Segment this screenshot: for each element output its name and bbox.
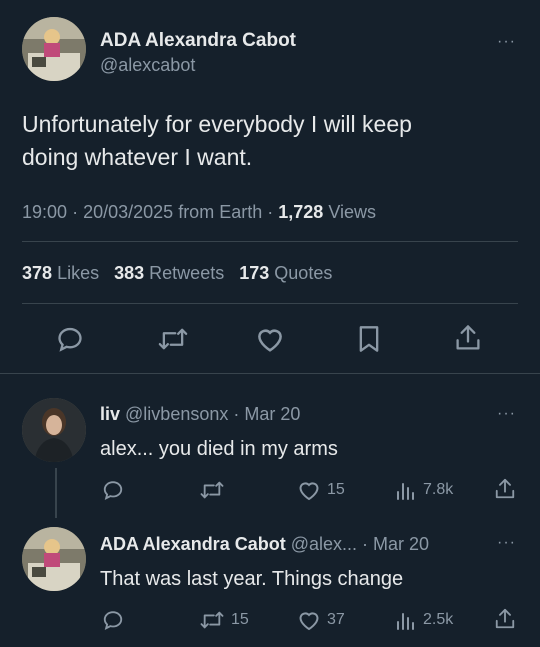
retweet-count: 15 (231, 611, 249, 628)
retweets-count: 383 (114, 263, 145, 283)
more-options-icon[interactable]: ··· (497, 406, 516, 422)
share-button[interactable] (494, 477, 516, 501)
tweet-source: from Earth (178, 202, 263, 222)
like-icon (299, 612, 319, 631)
reply-date[interactable]: Mar 20 (373, 534, 429, 554)
reply-display-name[interactable]: ADA Alexandra Cabot (100, 534, 286, 554)
bookmark-icon (359, 326, 379, 352)
separator: · (233, 404, 240, 424)
divider (0, 373, 540, 374)
tweet-time[interactable]: 19:00 (22, 202, 67, 222)
like-button[interactable] (255, 325, 285, 358)
reply-avatar[interactable] (22, 527, 86, 591)
tweet-meta: 19:00 · 20/03/2025 from Earth · 1,728 Vi… (22, 202, 376, 223)
like-icon (299, 482, 319, 501)
author-display-name[interactable]: ADA Alexandra Cabot (100, 30, 296, 52)
share-icon (456, 325, 480, 350)
reply-handle[interactable]: @livbensonx (125, 404, 228, 424)
tweet-text-line-2: doing whatever I want. (22, 144, 253, 170)
separator: · (267, 202, 274, 222)
like-button[interactable]: 37 (297, 609, 345, 631)
tweet-stats: 378 Likes 383 Retweets 173 Quotes (22, 263, 332, 284)
views-count: 1,728 (278, 202, 324, 222)
tweet-date[interactable]: 20/03/2025 (83, 202, 173, 222)
more-options-icon[interactable]: ··· (497, 34, 516, 50)
share-icon (495, 478, 515, 499)
likes-stat[interactable]: 378 Likes (22, 263, 104, 283)
views-count: 7.8k (423, 481, 454, 498)
analytics-icon (397, 483, 414, 500)
reply-icon (103, 481, 123, 500)
retweets-label: Retweets (149, 263, 225, 283)
reply-icon (58, 327, 82, 352)
reply-button[interactable] (102, 479, 124, 501)
reply-display-name[interactable]: liv (100, 404, 120, 424)
share-icon (495, 608, 515, 629)
share-button[interactable] (494, 607, 516, 631)
reply-header: ADA Alexandra Cabot @alex... · Mar 20 (100, 534, 429, 555)
reply-button[interactable] (56, 325, 84, 358)
separator: · (362, 534, 369, 554)
reply-button[interactable] (102, 609, 124, 631)
retweet-button[interactable] (199, 479, 225, 501)
quotes-label: Quotes (274, 263, 333, 283)
separator: · (72, 202, 79, 222)
quotes-stat[interactable]: 173 Quotes (239, 263, 332, 283)
retweets-stat[interactable]: 383 Retweets (114, 263, 229, 283)
retweet-icon (158, 328, 188, 350)
tweet-text: Unfortunately for everybody I will keep … (22, 108, 412, 174)
quotes-count: 173 (239, 263, 270, 283)
views-button[interactable]: 2.5k (395, 609, 453, 631)
reply-text: That was last year. Things change (100, 568, 404, 590)
thread-line (55, 468, 57, 518)
likes-label: Likes (57, 263, 100, 283)
likes-count: 378 (22, 263, 53, 283)
reply-avatar[interactable] (22, 398, 86, 462)
like-icon (258, 329, 282, 352)
views-button[interactable]: 7.8k (395, 479, 453, 501)
like-count: 37 (327, 611, 345, 628)
more-options-icon[interactable]: ··· (497, 535, 516, 551)
author-avatar[interactable] (22, 17, 86, 81)
retweet-button[interactable] (157, 325, 189, 358)
bookmark-button[interactable] (357, 325, 381, 358)
tweet-text-line-1: Unfortunately for everybody I will keep (22, 111, 412, 137)
reply-icon (103, 611, 123, 630)
author-handle[interactable]: @alexcabot (100, 55, 195, 76)
views-label: Views (328, 202, 377, 222)
retweet-button[interactable]: 15 (199, 609, 249, 631)
like-button[interactable]: 15 (297, 479, 345, 501)
reply-date[interactable]: Mar 20 (244, 404, 300, 424)
retweet-icon (200, 481, 224, 499)
views-count: 2.5k (423, 611, 454, 628)
like-count: 15 (327, 481, 345, 498)
reply-text: alex... you died in my arms (100, 438, 338, 460)
reply-header: liv @livbensonx · Mar 20 (100, 404, 300, 425)
share-button[interactable] (454, 323, 482, 358)
divider (22, 241, 518, 242)
reply-handle[interactable]: @alex... (291, 534, 357, 554)
divider (22, 303, 518, 304)
retweet-icon (200, 611, 224, 629)
analytics-icon (397, 613, 414, 630)
